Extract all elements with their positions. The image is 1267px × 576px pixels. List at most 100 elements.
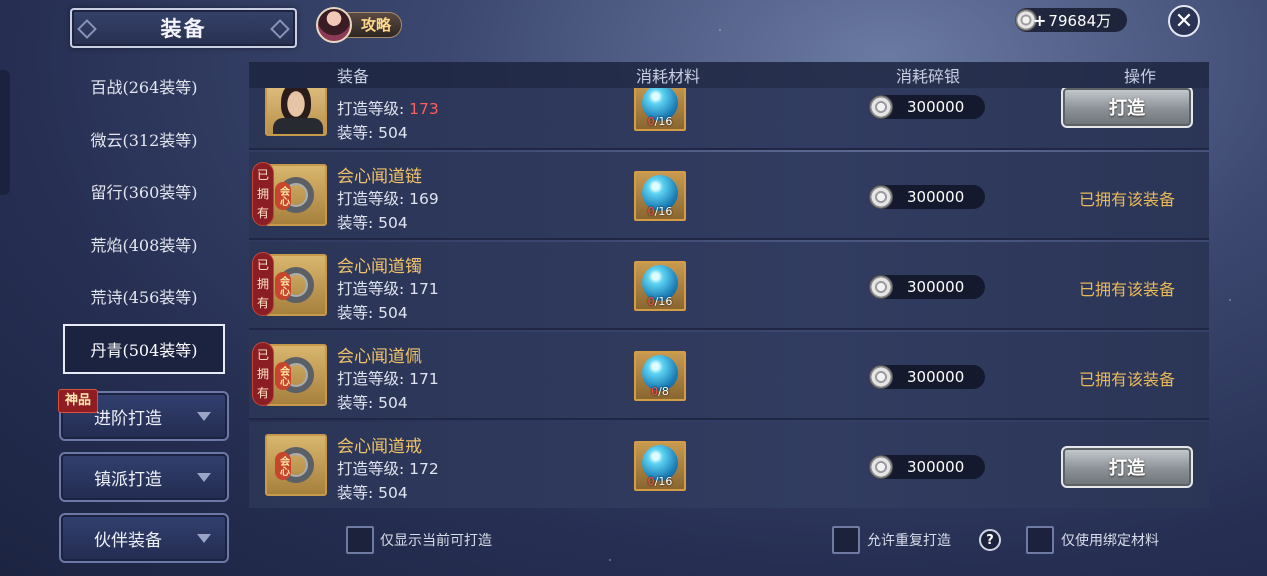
table-row: 会心已拥有会心闻道镯 打造等级: 171 装等: 504 0/16 300000 已拥有该…	[249, 242, 1209, 330]
material-slot[interactable]: 0/16	[634, 441, 686, 491]
portrait-body	[273, 118, 323, 134]
silver-cost-value: 300000	[907, 368, 965, 386]
close-icon: ✕	[1174, 8, 1194, 34]
tier-item[interactable]: 留行(360装等)	[63, 165, 225, 218]
material-count: 0/8	[636, 385, 684, 398]
gear-score: 装等: 504	[337, 211, 408, 233]
only-craftable-checkbox[interactable]	[346, 526, 374, 554]
item-name: 会心闻道佩	[337, 347, 422, 367]
craft-button[interactable]: 打造	[1061, 88, 1193, 128]
silver-cost: 300000	[869, 275, 985, 299]
material-slot[interactable]: 0/16	[634, 261, 686, 311]
silver-cost: 300000	[869, 455, 985, 479]
owned-tag-char: 拥	[256, 276, 269, 291]
item-name: 会心闻道镯	[337, 257, 422, 277]
table-body[interactable]: 打造等级: 173 装等: 504 0/16 300000 打造 会心已拥有会心闻道链 打造…	[249, 88, 1209, 508]
material-have: 0	[647, 205, 655, 218]
tier-item[interactable]: 荒焰(408装等)	[63, 218, 225, 271]
tier-item[interactable]: 丹青(504装等)	[63, 323, 225, 374]
help-icon[interactable]: ?	[979, 529, 1001, 551]
material-slot[interactable]: 0/16	[634, 171, 686, 221]
craft-level: 打造等级: 172	[337, 457, 439, 479]
owned-tag-char: 已	[256, 167, 269, 182]
material-need: /16	[654, 205, 673, 218]
material-need: /16	[654, 115, 673, 128]
craft-level: 打造等级: 169	[337, 187, 439, 209]
material-count: 0/16	[636, 205, 684, 218]
silver-cost-value: 300000	[907, 278, 965, 296]
silver-cost-value: 300000	[907, 188, 965, 206]
gear-score-prefix: 装等:	[337, 394, 379, 412]
equipment-icon[interactable]: 会心	[265, 254, 327, 316]
equipment-icon[interactable]: 会心	[265, 434, 327, 496]
help-glyph: ?	[986, 532, 994, 548]
sect-craft-menu[interactable]: 镇派打造	[59, 452, 229, 502]
tier-item[interactable]: 微云(312装等)	[63, 113, 225, 166]
tier-item[interactable]: 荒诗(456装等)	[63, 270, 225, 323]
only-craftable-label: 仅显示当前可打造	[380, 533, 492, 549]
guide-button[interactable]: 攻略	[316, 7, 404, 43]
bound-only-checkbox[interactable]	[1026, 526, 1054, 554]
silver-coin-icon	[869, 275, 893, 299]
silver-cost-value: 300000	[907, 98, 965, 116]
craft-button[interactable]: 打造	[1061, 446, 1193, 488]
tier-item[interactable]: 百战(264装等)	[63, 60, 225, 113]
material-have: 0	[647, 115, 655, 128]
owned-tag: 已拥有	[252, 162, 274, 226]
character-portrait[interactable]	[265, 88, 327, 136]
equipment-icon[interactable]: 会心	[265, 164, 327, 226]
owned-tag-char: 有	[256, 205, 269, 220]
header-action: 操作	[1123, 67, 1157, 86]
owned-tag-char: 拥	[256, 366, 269, 381]
header-equip: 装备	[336, 67, 370, 86]
owned-tag: 已拥有	[252, 252, 274, 316]
table-header: 装备 消耗材料 消耗碎银 操作	[249, 62, 1209, 88]
portrait-face	[281, 88, 311, 122]
left-edge-tab[interactable]	[0, 70, 10, 195]
item-name: 会心闻道链	[337, 167, 422, 187]
silver-coin-icon	[869, 455, 893, 479]
gear-score-value: 504	[378, 304, 408, 322]
equipment-icon[interactable]: 会心	[265, 344, 327, 406]
crit-tag: 会心	[275, 272, 291, 300]
crit-tag: 会心	[275, 362, 291, 390]
owned-tag: 已拥有	[252, 342, 274, 406]
gear-score: 装等: 504	[337, 481, 408, 503]
material-slot[interactable]: 0/16	[634, 88, 686, 131]
header-material: 消耗材料	[635, 67, 701, 86]
owned-tag-char: 已	[256, 347, 269, 362]
material-have: 0	[647, 295, 655, 308]
silver-currency[interactable]: + 79684万	[1015, 8, 1127, 32]
table-row: 打造等级: 173 装等: 504 0/16 300000 打造	[249, 88, 1209, 150]
header-silver: 消耗碎银	[895, 67, 961, 86]
chevron-down-icon	[197, 534, 211, 543]
gear-score-value: 504	[378, 484, 408, 502]
menu-label: 进阶打造	[94, 408, 162, 429]
silver-coin-icon	[869, 365, 893, 389]
close-button[interactable]: ✕	[1168, 5, 1200, 37]
allow-repeat-checkbox[interactable]	[832, 526, 860, 554]
material-count: 0/16	[636, 295, 684, 308]
crit-tag: 会心	[275, 452, 291, 480]
guide-avatar	[316, 7, 352, 43]
gear-score-prefix: 装等:	[337, 124, 379, 142]
gear-score-value: 504	[378, 124, 408, 142]
owned-tag-char: 有	[256, 295, 269, 310]
currency-plus: +	[1033, 10, 1047, 30]
owned-tag-char: 有	[256, 385, 269, 400]
gear-score: 装等: 504	[337, 121, 408, 143]
partner-equip-menu[interactable]: 伙伴装备	[59, 513, 229, 563]
craft-level-value: 171	[409, 280, 439, 298]
silver-cost-value: 300000	[907, 458, 965, 476]
material-slot[interactable]: 0/8	[634, 351, 686, 401]
chevron-down-icon	[197, 412, 211, 421]
crit-tag: 会心	[275, 182, 291, 210]
page-title: 装备	[70, 8, 297, 48]
menu-label: 镇派打造	[94, 469, 162, 490]
material-have: 0	[647, 475, 655, 488]
craft-level: 打造等级: 171	[337, 367, 439, 389]
silver-cost: 300000	[869, 95, 985, 119]
material-need: /8	[658, 385, 669, 398]
premium-badge: 神品	[58, 389, 99, 413]
owned-tag-char: 已	[256, 257, 269, 272]
